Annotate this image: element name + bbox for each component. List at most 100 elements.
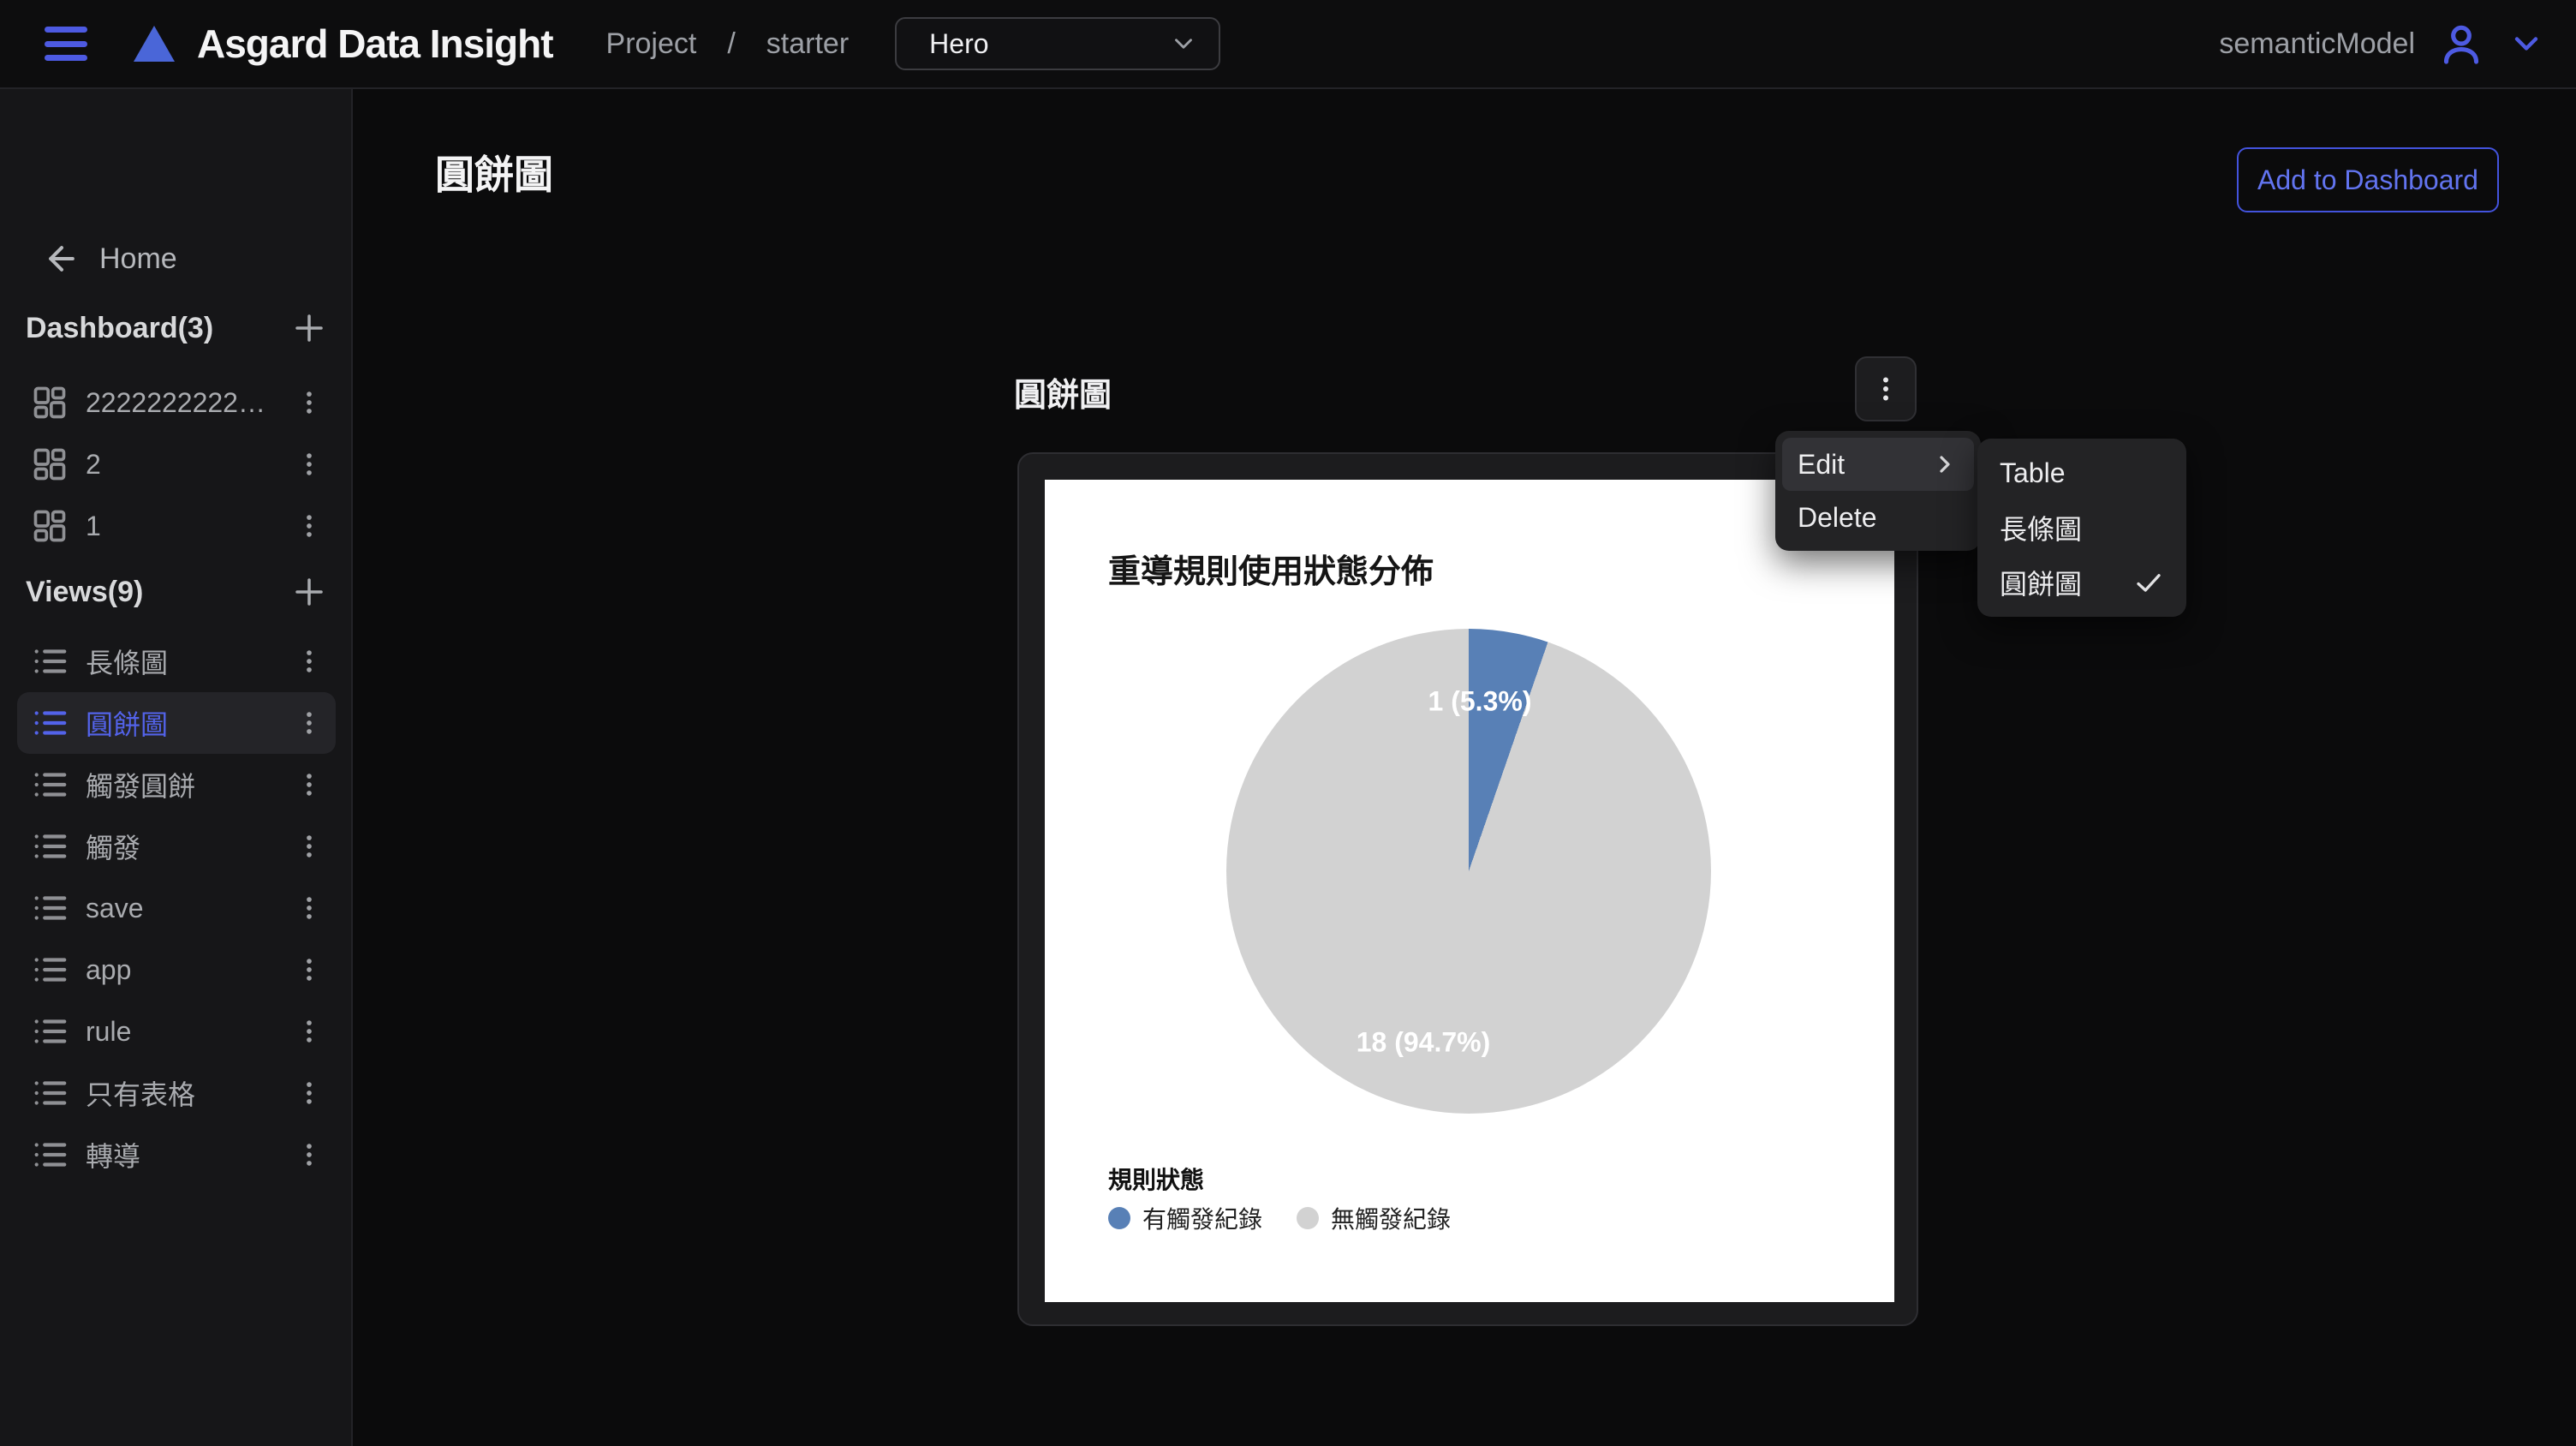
dashboard-section-label: Dashboard(3): [26, 312, 213, 345]
breadcrumb: Project / starter: [606, 27, 850, 61]
list-icon: [29, 764, 70, 805]
sidebar-item-label: 2: [86, 449, 295, 481]
submenu-item-bar-chart[interactable]: 長條圖: [1984, 500, 2179, 555]
list-icon: [29, 887, 70, 929]
chevron-down-icon: [1169, 29, 1198, 58]
breadcrumb-project[interactable]: Project: [606, 27, 697, 61]
view-card-title: 圓餅圖: [1014, 368, 1112, 415]
menu-hamburger-icon[interactable]: [45, 27, 87, 61]
menu-item-label: Delete: [1798, 502, 1877, 534]
arrow-left-icon: [43, 240, 80, 278]
app-root: Asgard Data Insight Project / starter He…: [0, 0, 2576, 1446]
sidebar-item-view[interactable]: 轉導: [17, 1124, 336, 1186]
legend-swatch-gray: [1297, 1207, 1319, 1229]
workspace-select-value: Hero: [929, 28, 1169, 60]
list-icon: [29, 702, 70, 744]
kebab-menu-icon[interactable]: [295, 832, 324, 861]
page-title: 圓餅圖: [435, 144, 553, 200]
kebab-menu-icon[interactable]: [295, 708, 324, 738]
kebab-menu-icon[interactable]: [295, 893, 324, 923]
menu-item-edit[interactable]: Edit: [1782, 438, 1974, 491]
sidebar-item-label: app: [86, 954, 295, 986]
check-icon: [2133, 567, 2164, 598]
submenu-item-pie-chart[interactable]: 圓餅圖: [1984, 555, 2179, 610]
add-dashboard-icon[interactable]: [291, 310, 327, 346]
sidebar-item-view[interactable]: rule: [17, 1001, 336, 1062]
sidebar-item-view[interactable]: save: [17, 877, 336, 939]
sidebar-item-view[interactable]: 只有表格: [17, 1062, 336, 1124]
chart-card: 重導規則使用狀態分佈 1 (5.3%) 18 (94.7%) 規則狀態 有觸發紀…: [1017, 452, 1918, 1326]
breadcrumb-separator: /: [727, 27, 735, 61]
add-view-icon[interactable]: [291, 574, 327, 610]
workspace-select[interactable]: Hero: [895, 17, 1220, 70]
list-icon: [29, 1134, 70, 1175]
sidebar-item-view[interactable]: 長條圖: [17, 630, 336, 692]
chart-title: 重導規則使用狀態分佈: [1108, 545, 1434, 592]
sidebar-item-view[interactable]: 觸發圓餅: [17, 754, 336, 816]
list-icon: [29, 826, 70, 867]
sidebar-item-dashboard[interactable]: 2222222222…: [17, 372, 336, 433]
sidebar-item-label: 圓餅圖: [86, 703, 295, 743]
sidebar-item-view[interactable]: 圓餅圖: [17, 692, 336, 754]
context-submenu: Table 長條圖 圓餅圖: [1977, 439, 2186, 617]
dashboard-grid-icon: [29, 382, 70, 423]
kebab-menu-icon[interactable]: [295, 955, 324, 984]
kebab-menu-icon[interactable]: [295, 1017, 324, 1046]
sidebar-item-label: 觸發圓餅: [86, 765, 295, 804]
kebab-menu-icon[interactable]: [295, 450, 324, 479]
kebab-menu-icon[interactable]: [295, 647, 324, 676]
navbar-right: semanticModel: [2219, 20, 2545, 68]
pie-slice-label-blue: 1 (5.3%): [1428, 686, 1532, 718]
sidebar-item-label: 長條圖: [86, 642, 295, 681]
legend-label: 有觸發紀錄: [1142, 1201, 1262, 1235]
kebab-menu-icon[interactable]: [295, 770, 324, 799]
legend-swatch-blue: [1108, 1207, 1130, 1229]
legend-label: 無觸發紀錄: [1331, 1201, 1451, 1235]
submenu-item-table[interactable]: Table: [1984, 445, 2179, 500]
kebab-menu-icon: [1870, 373, 1901, 404]
semantic-model-label: semanticModel: [2219, 27, 2415, 61]
kebab-menu-icon[interactable]: [295, 1140, 324, 1169]
context-menu: Edit Delete: [1775, 431, 1981, 551]
kebab-menu-icon[interactable]: [295, 511, 324, 541]
legend-title: 規則狀態: [1108, 1162, 1204, 1196]
user-chevron-down-icon[interactable]: [2507, 25, 2545, 63]
dashboard-grid-icon: [29, 444, 70, 485]
sidebar-item-label: 1: [86, 511, 295, 542]
list-icon: [29, 1073, 70, 1114]
views-section-label: Views(9): [26, 576, 143, 609]
sidebar-item-label: 2222222222…: [86, 387, 295, 419]
top-navbar: Asgard Data Insight Project / starter He…: [0, 0, 2576, 89]
view-options-button[interactable]: [1855, 356, 1917, 421]
kebab-menu-icon[interactable]: [295, 388, 324, 417]
dashboard-list: 2222222222… 2 1: [17, 372, 336, 557]
sidebar-item-label: 只有表格: [86, 1073, 295, 1113]
home-button[interactable]: Home: [43, 240, 177, 278]
sidebar-item-label: 觸發: [86, 827, 295, 866]
home-label: Home: [99, 242, 177, 276]
pie-slice-label-gray: 18 (94.7%): [1357, 1027, 1491, 1059]
breadcrumb-starter[interactable]: starter: [766, 27, 849, 61]
add-to-dashboard-button[interactable]: Add to Dashboard: [2237, 147, 2499, 212]
menu-item-delete[interactable]: Delete: [1782, 491, 1974, 544]
dashboard-grid-icon: [29, 505, 70, 547]
sidebar-item-view[interactable]: 觸發: [17, 816, 336, 877]
menu-item-label: 圓餅圖: [2000, 563, 2082, 602]
views-section-header: Views(9): [26, 574, 327, 610]
dashboard-section-header: Dashboard(3): [26, 310, 327, 346]
sidebar-item-label: 轉導: [86, 1135, 295, 1174]
menu-item-label: Table: [2000, 457, 2066, 489]
menu-item-label: Edit: [1798, 449, 1845, 481]
sidebar-item-label: save: [86, 893, 295, 924]
sidebar: Home Dashboard(3) 2222222222…: [0, 89, 353, 1446]
sidebar-item-dashboard[interactable]: 2: [17, 433, 336, 495]
legend-item[interactable]: 無觸發紀錄: [1297, 1201, 1451, 1235]
chart-canvas: 重導規則使用狀態分佈 1 (5.3%) 18 (94.7%) 規則狀態 有觸發紀…: [1045, 480, 1894, 1302]
app-title: Asgard Data Insight: [197, 21, 553, 67]
sidebar-item-dashboard[interactable]: 1: [17, 495, 336, 557]
legend-item[interactable]: 有觸發紀錄: [1108, 1201, 1262, 1235]
sidebar-item-view[interactable]: app: [17, 939, 336, 1001]
menu-item-label: 長條圖: [2000, 508, 2082, 547]
user-icon[interactable]: [2437, 20, 2485, 68]
kebab-menu-icon[interactable]: [295, 1079, 324, 1108]
